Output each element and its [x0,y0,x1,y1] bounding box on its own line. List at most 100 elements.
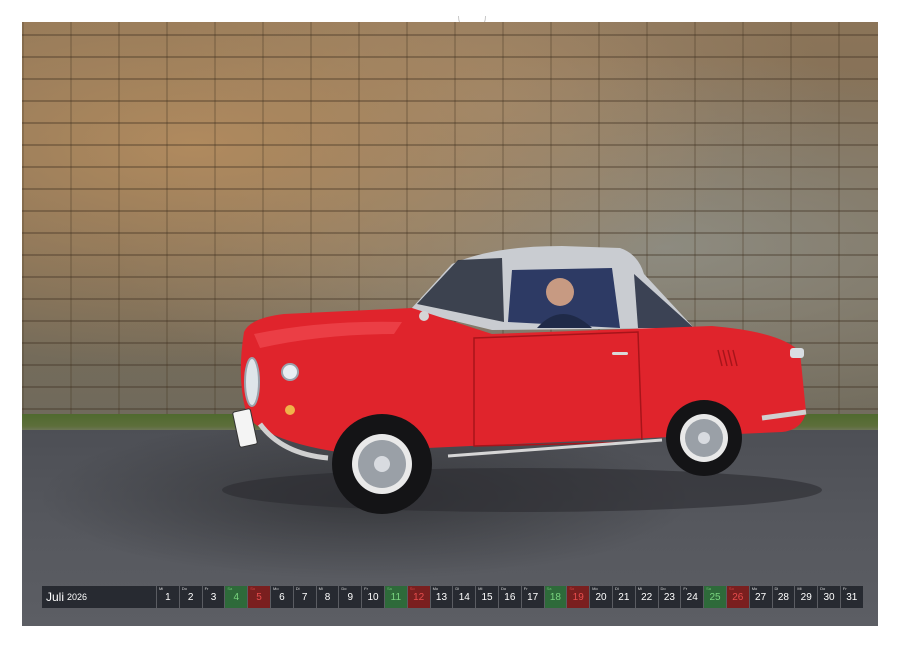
day-number: 23 [659,592,681,603]
day-cell: Fr31 [841,586,863,608]
day-number: 14 [453,592,475,603]
calendar-strip: Juli 2026 Mi1Do2Fr3Sa4So5Mo6Di7Mi8Do9Fr1… [42,586,863,608]
headlight-left [245,358,259,406]
weekday-abbr: So [729,587,734,591]
weekday-abbr: Mo [273,587,279,591]
day-number: 24 [681,592,703,603]
day-cell: Sa25 [704,586,726,608]
weekday-abbr: Fr [205,587,209,591]
day-number: 5 [248,592,270,603]
day-cell: Mi1 [157,586,179,608]
weekday-abbr: Do [661,587,666,591]
weekday-abbr: Di [775,587,779,591]
weekday-abbr: Mo [433,587,439,591]
weekday-abbr: So [569,587,574,591]
weekday-abbr: Fr [524,587,528,591]
weekday-abbr: Mi [159,587,163,591]
day-cell: Do2 [180,586,202,608]
day-number: 2 [180,592,202,603]
day-number: 13 [431,592,453,603]
weekday-abbr: Fr [843,587,847,591]
weekday-abbr: Sa [387,587,392,591]
weekday-abbr: Mi [319,587,323,591]
weekday-abbr: Do [182,587,187,591]
weekday-abbr: Di [615,587,619,591]
day-cell: Do23 [659,586,681,608]
day-cell: So26 [727,586,749,608]
door-handle [612,352,628,355]
month-name: Juli [46,590,64,604]
day-cell: Do16 [499,586,521,608]
day-number: 28 [773,592,795,603]
day-number: 21 [613,592,635,603]
day-number: 3 [203,592,225,603]
weekday-abbr: So [410,587,415,591]
driver-head [546,278,574,306]
day-cell: So12 [408,586,430,608]
day-cell: Di21 [613,586,635,608]
weekday-abbr: So [250,587,255,591]
day-number: 12 [408,592,430,603]
day-number: 22 [636,592,658,603]
day-cell: Di7 [294,586,316,608]
day-number: 11 [385,592,407,603]
weekday-abbr: Mi [638,587,642,591]
day-cell: Mo6 [271,586,293,608]
weekday-abbr: Mi [478,587,482,591]
calendar-photo [22,22,878,626]
weekday-abbr: Sa [706,587,711,591]
day-number: 17 [522,592,544,603]
weekday-abbr: Sa [227,587,232,591]
day-number: 10 [362,592,384,603]
day-cell: So5 [248,586,270,608]
day-cell: Mi29 [795,586,817,608]
day-cell: Mi22 [636,586,658,608]
weekday-abbr: Mo [752,587,758,591]
day-cell: Sa11 [385,586,407,608]
headlight-right [282,364,298,380]
year: 2026 [67,592,87,602]
weekday-abbr: Di [296,587,300,591]
weekday-abbr: Do [501,587,506,591]
day-number: 19 [567,592,589,603]
day-number: 15 [476,592,498,603]
day-cell: Fr10 [362,586,384,608]
day-number: 16 [499,592,521,603]
day-cell: Mo20 [590,586,612,608]
car-shadow [222,468,822,512]
weekday-abbr: Sa [547,587,552,591]
day-cell: So19 [567,586,589,608]
day-cell: Fr24 [681,586,703,608]
fog-light [285,405,295,415]
day-number: 27 [750,592,772,603]
day-cell: Sa18 [545,586,567,608]
day-number: 25 [704,592,726,603]
weekday-abbr: Fr [364,587,368,591]
rear-light [790,348,804,358]
day-cell: Do30 [818,586,840,608]
day-cell: Mo13 [431,586,453,608]
day-number: 26 [727,592,749,603]
day-number: 20 [590,592,612,603]
weekday-abbr: Fr [683,587,687,591]
day-number: 9 [339,592,361,603]
day-cell: Sa4 [225,586,247,608]
rear-window [634,274,694,328]
weekday-abbr: Mi [797,587,801,591]
month-label: Juli 2026 [42,586,156,608]
day-number: 30 [818,592,840,603]
day-number: 8 [317,592,339,603]
day-number: 31 [841,592,863,603]
day-cell: Fr17 [522,586,544,608]
red-classic-microcar-icon [22,22,878,626]
weekday-abbr: Di [455,587,459,591]
day-number: 18 [545,592,567,603]
day-cell: Di14 [453,586,475,608]
day-cell: Mi15 [476,586,498,608]
day-number: 4 [225,592,247,603]
day-cell: Fr3 [203,586,225,608]
weekday-abbr: Do [341,587,346,591]
rear-wheel [666,400,742,476]
front-wheel [332,414,432,514]
day-number: 6 [271,592,293,603]
